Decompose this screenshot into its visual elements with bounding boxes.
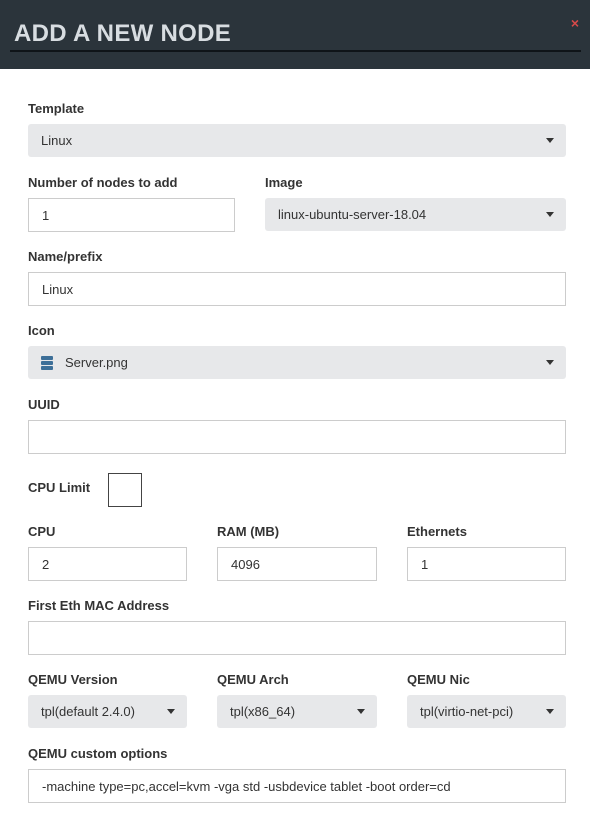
- nodes-count-input[interactable]: 1: [28, 198, 235, 232]
- qemu-arch-value: tpl(x86_64): [230, 704, 296, 719]
- cpu-limit-label: CPU Limit: [28, 480, 91, 495]
- server-icon: [41, 356, 53, 370]
- ram-value: 4096: [231, 557, 260, 572]
- chevron-down-icon: [357, 709, 365, 714]
- image-select[interactable]: linux-ubuntu-server-18.04: [265, 198, 566, 231]
- qemu-arch-label: QEMU Arch: [217, 672, 289, 687]
- qemu-version-select[interactable]: tpl(default 2.4.0): [28, 695, 187, 728]
- chevron-down-icon: [167, 709, 175, 714]
- first-mac-label: First Eth MAC Address: [28, 598, 170, 613]
- title-underline: [10, 50, 581, 52]
- cpu-value: 2: [42, 557, 50, 572]
- qemu-version-label: QEMU Version: [28, 672, 118, 687]
- uuid-label: UUID: [28, 397, 60, 412]
- icon-value: Server.png: [65, 355, 128, 370]
- name-value: Linux: [42, 282, 74, 297]
- dialog-title: ADD A NEW NODE: [14, 20, 232, 47]
- qemu-options-value: -machine type=pc,accel=kvm -vga std -usb…: [42, 779, 451, 794]
- close-icon[interactable]: ×: [568, 16, 582, 30]
- chevron-down-icon: [546, 360, 554, 365]
- name-label: Name/prefix: [28, 249, 103, 264]
- qemu-nic-value: tpl(virtio-net-pci): [420, 704, 514, 719]
- cpu-input[interactable]: 2: [28, 547, 187, 581]
- template-select[interactable]: Linux: [28, 124, 566, 157]
- qemu-nic-label: QEMU Nic: [407, 672, 470, 687]
- qemu-options-label: QEMU custom options: [28, 746, 168, 761]
- cpu-label: CPU: [28, 524, 56, 539]
- ethernets-label: Ethernets: [407, 524, 467, 539]
- chevron-down-icon: [546, 138, 554, 143]
- chevron-down-icon: [546, 212, 554, 217]
- uuid-input[interactable]: [28, 420, 566, 454]
- image-label: Image: [265, 175, 303, 190]
- ram-label: RAM (MB): [217, 524, 280, 539]
- template-label: Template: [28, 101, 85, 116]
- name-input[interactable]: Linux: [28, 272, 566, 306]
- nodes-count-value: 1: [42, 208, 50, 223]
- ethernets-value: 1: [421, 557, 429, 572]
- qemu-nic-select[interactable]: tpl(virtio-net-pci): [407, 695, 566, 728]
- image-value: linux-ubuntu-server-18.04: [278, 207, 427, 222]
- icon-select[interactable]: Server.png: [28, 346, 566, 379]
- qemu-options-input[interactable]: -machine type=pc,accel=kvm -vga std -usb…: [28, 769, 566, 803]
- qemu-version-value: tpl(default 2.4.0): [41, 704, 135, 719]
- ethernets-input[interactable]: 1: [407, 547, 566, 581]
- cpu-limit-checkbox[interactable]: [108, 473, 142, 507]
- dialog-header: ADD A NEW NODE ×: [0, 0, 590, 69]
- qemu-arch-select[interactable]: tpl(x86_64): [217, 695, 377, 728]
- template-value: Linux: [41, 133, 73, 148]
- first-mac-input[interactable]: [28, 621, 566, 655]
- ram-input[interactable]: 4096: [217, 547, 377, 581]
- chevron-down-icon: [546, 709, 554, 714]
- nodes-count-label: Number of nodes to add: [28, 175, 178, 190]
- icon-label: Icon: [28, 323, 55, 338]
